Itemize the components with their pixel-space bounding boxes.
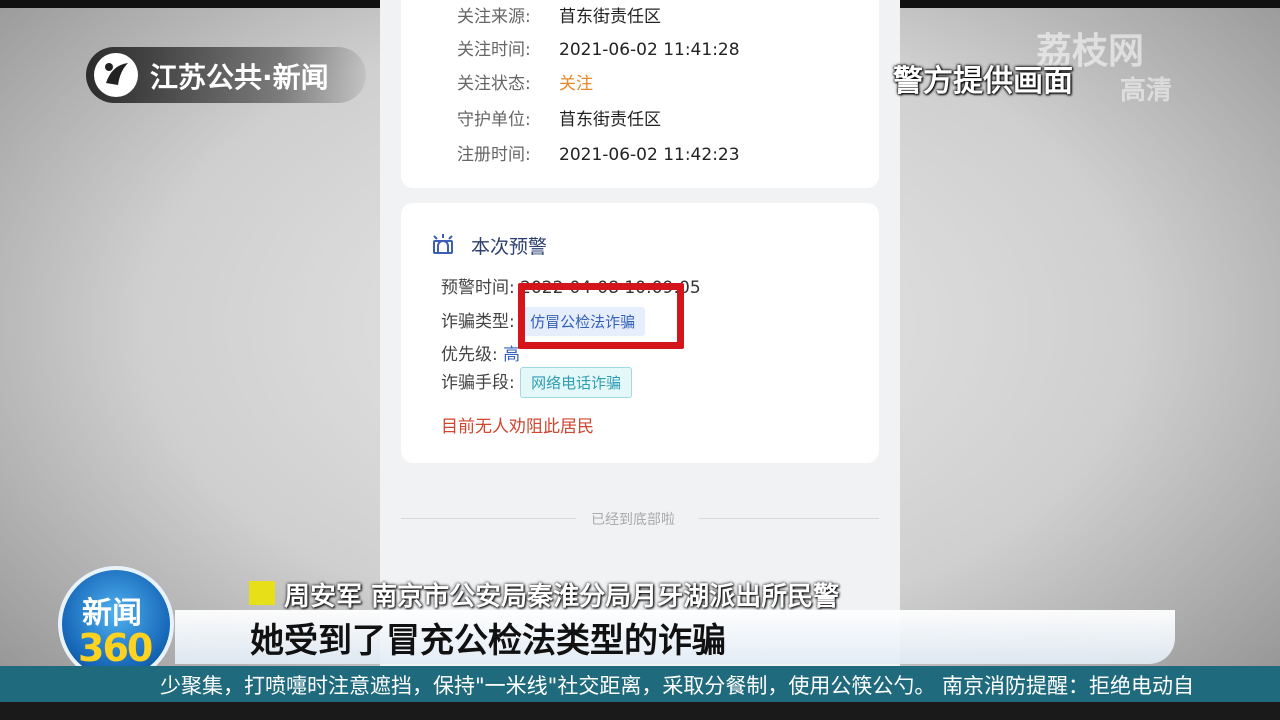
- program-badge-number: 360: [78, 626, 153, 670]
- fraud-method-label: 诈骗手段:: [441, 373, 515, 393]
- speaker-marker: [249, 581, 275, 605]
- channel-emblem-icon: [94, 53, 138, 97]
- warning-title: 本次预警: [471, 236, 548, 258]
- channel-logo: 江苏公共·新闻: [86, 47, 366, 103]
- fraud-type-label: 诈骗类型:: [441, 312, 515, 332]
- subtitle-caption: 她受到了冒充公检法类型的诈骗: [250, 621, 726, 661]
- priority-row: 优先级: 高: [441, 340, 520, 365]
- info-label: 注册时间:: [457, 145, 531, 165]
- fraud-method-row: 诈骗手段: 网络电话诈骗: [441, 367, 633, 398]
- speaker-lower-third: 周安军 南京市公安局秦淮分局月牙湖派出所民警: [284, 576, 839, 613]
- info-label: 关注来源:: [457, 7, 531, 27]
- speaker-title: 南京市公安局秦淮分局月牙湖派出所民警: [371, 582, 840, 612]
- info-value: 2021-06-02 11:42:23: [559, 145, 740, 165]
- info-row-status: 关注状态: 关注: [457, 69, 593, 94]
- hd-watermark: 高清: [1120, 76, 1173, 106]
- program-badge: 新闻 360: [58, 566, 174, 682]
- info-row-follow-time: 关注时间: 2021-06-02 11:41:28: [457, 35, 740, 60]
- status-value: 关注: [559, 74, 593, 94]
- info-label: 关注状态:: [457, 74, 531, 94]
- info-row-source: 关注来源: 苜东街责任区: [457, 2, 661, 27]
- info-value: 2021-06-02 11:41:28: [559, 40, 740, 60]
- priority-label: 优先级:: [441, 345, 498, 365]
- news-ticker: 少聚集，打喷嚏时注意遮挡，保持"一米线"社交距离，采取分餐制，使用公筷公勺。 南…: [0, 666, 1280, 702]
- info-value: 苜东街责任区: [559, 110, 661, 130]
- alarm-icon: [433, 234, 453, 254]
- divider-right: [698, 518, 879, 519]
- info-label: 关注时间:: [457, 40, 531, 60]
- source-note: 警方提供画面: [893, 64, 1073, 99]
- end-of-list-text: 已经到底部啦: [591, 512, 675, 528]
- warning-time-label: 预警时间:: [441, 278, 515, 298]
- dissuade-status-text: 目前无人劝阻此居民: [441, 417, 594, 437]
- info-label: 守护单位:: [457, 110, 531, 130]
- highlight-rectangle: [518, 283, 684, 349]
- fraud-method-tag: 网络电话诈骗: [520, 367, 633, 398]
- channel-logo-text: 江苏公共·新闻: [150, 61, 329, 94]
- speaker-name: 周安军: [284, 582, 363, 612]
- divider-left: [401, 518, 576, 519]
- ticker-text: 少聚集，打喷嚏时注意遮挡，保持"一米线"社交距离，采取分餐制，使用公筷公勺。 南…: [160, 674, 1194, 698]
- info-row-unit: 守护单位: 苜东街责任区: [457, 105, 661, 130]
- info-row-register-time: 注册时间: 2021-06-02 11:42:23: [457, 140, 740, 165]
- info-card: 关注来源: 苜东街责任区 关注时间: 2021-06-02 11:41:28 关注状…: [401, 0, 879, 188]
- info-value: 苜东街责任区: [559, 7, 661, 27]
- bottom-frame-edge: [0, 702, 1280, 720]
